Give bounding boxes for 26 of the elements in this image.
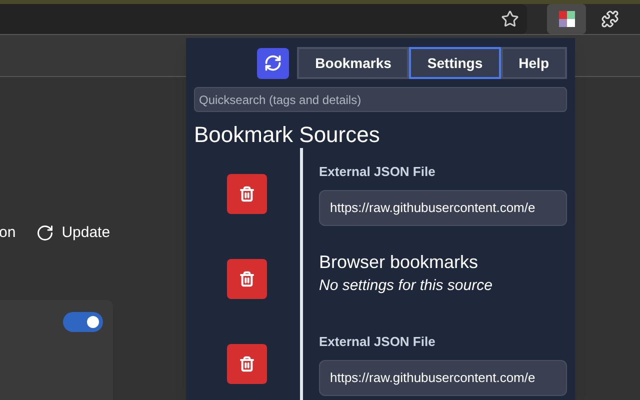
toggle-switch[interactable] [63,312,103,332]
trash-icon [239,356,255,372]
url-input[interactable]: https://raw.githubusercontent.com/e [319,360,567,396]
refresh-icon [36,224,54,242]
source-title: Browser bookmarks [319,251,480,274]
update-button[interactable]: Update [36,222,110,244]
sync-button[interactable] [257,48,290,78]
url-input[interactable]: https://raw.githubusercontent.com/e [319,190,567,226]
search-field[interactable]: Quicksearch (tags and details) [194,87,567,112]
trash-icon [239,186,255,202]
delete-button[interactable] [227,174,267,214]
source-note: No settings for this source [319,276,492,296]
source-label: External JSON File [319,333,436,351]
grid-logo-icon [558,11,574,28]
tab[interactable]: Help [500,47,567,79]
tab[interactable]: Bookmarks [297,47,410,79]
delete-button[interactable] [227,259,267,299]
tab[interactable]: Settings [409,47,501,79]
trash-icon [239,271,255,287]
sync-icon [264,54,282,72]
section-title: Bookmark Sources [194,121,381,149]
source-label: External JSON File [319,163,436,181]
extension-button[interactable] [547,4,586,34]
delete-button[interactable] [227,344,267,384]
puzzle-icon[interactable] [601,10,619,28]
menu-text[interactable]: on [0,222,16,244]
